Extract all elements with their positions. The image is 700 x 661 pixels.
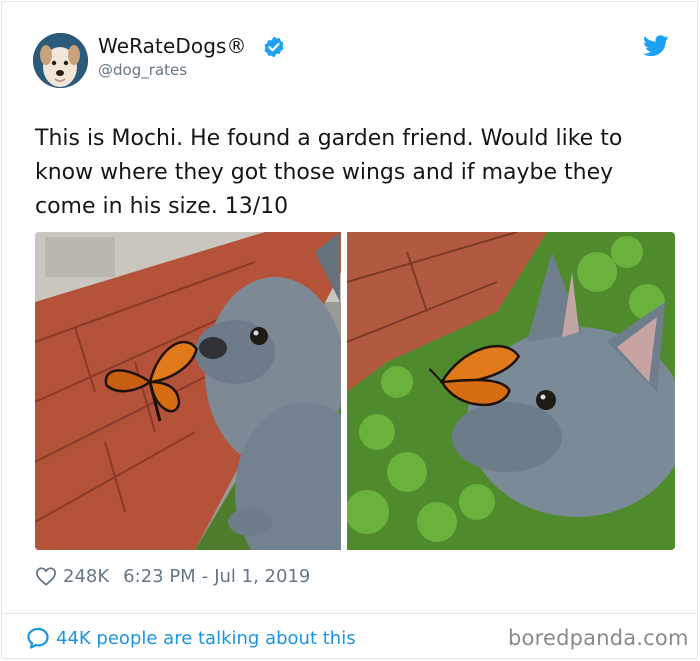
divider [2,613,697,614]
twitter-bird-icon[interactable] [643,34,669,58]
heart-icon[interactable] [35,566,57,586]
user-handle[interactable]: @dog_rates [98,61,187,79]
tweet-photo-left[interactable] [35,232,341,550]
speech-bubble-icon [27,627,49,649]
tweet-date[interactable]: Jul 1, 2019 [214,566,310,587]
tweet-card: WeRateDogs® @dog_rates This is Mochi. He… [1,1,698,659]
verified-badge-icon [264,36,284,58]
avatar[interactable] [33,33,88,88]
tweet-time[interactable]: 6:23 PM [123,566,196,587]
display-name[interactable]: WeRateDogs® [98,34,247,58]
talking-text[interactable]: 44K people are talking about this [56,628,356,649]
date-separator: - [201,565,209,587]
tweet-text: This is Mochi. He found a garden friend.… [35,126,623,219]
watermark: boredpanda.com [508,626,689,650]
like-count[interactable]: 248K [63,566,109,587]
conversation-link[interactable]: 44K people are talking about this [26,624,356,652]
tweet-meta: 248K 6:23 PM - Jul 1, 2019 [35,562,310,590]
tweet-photo-right[interactable] [347,232,675,550]
